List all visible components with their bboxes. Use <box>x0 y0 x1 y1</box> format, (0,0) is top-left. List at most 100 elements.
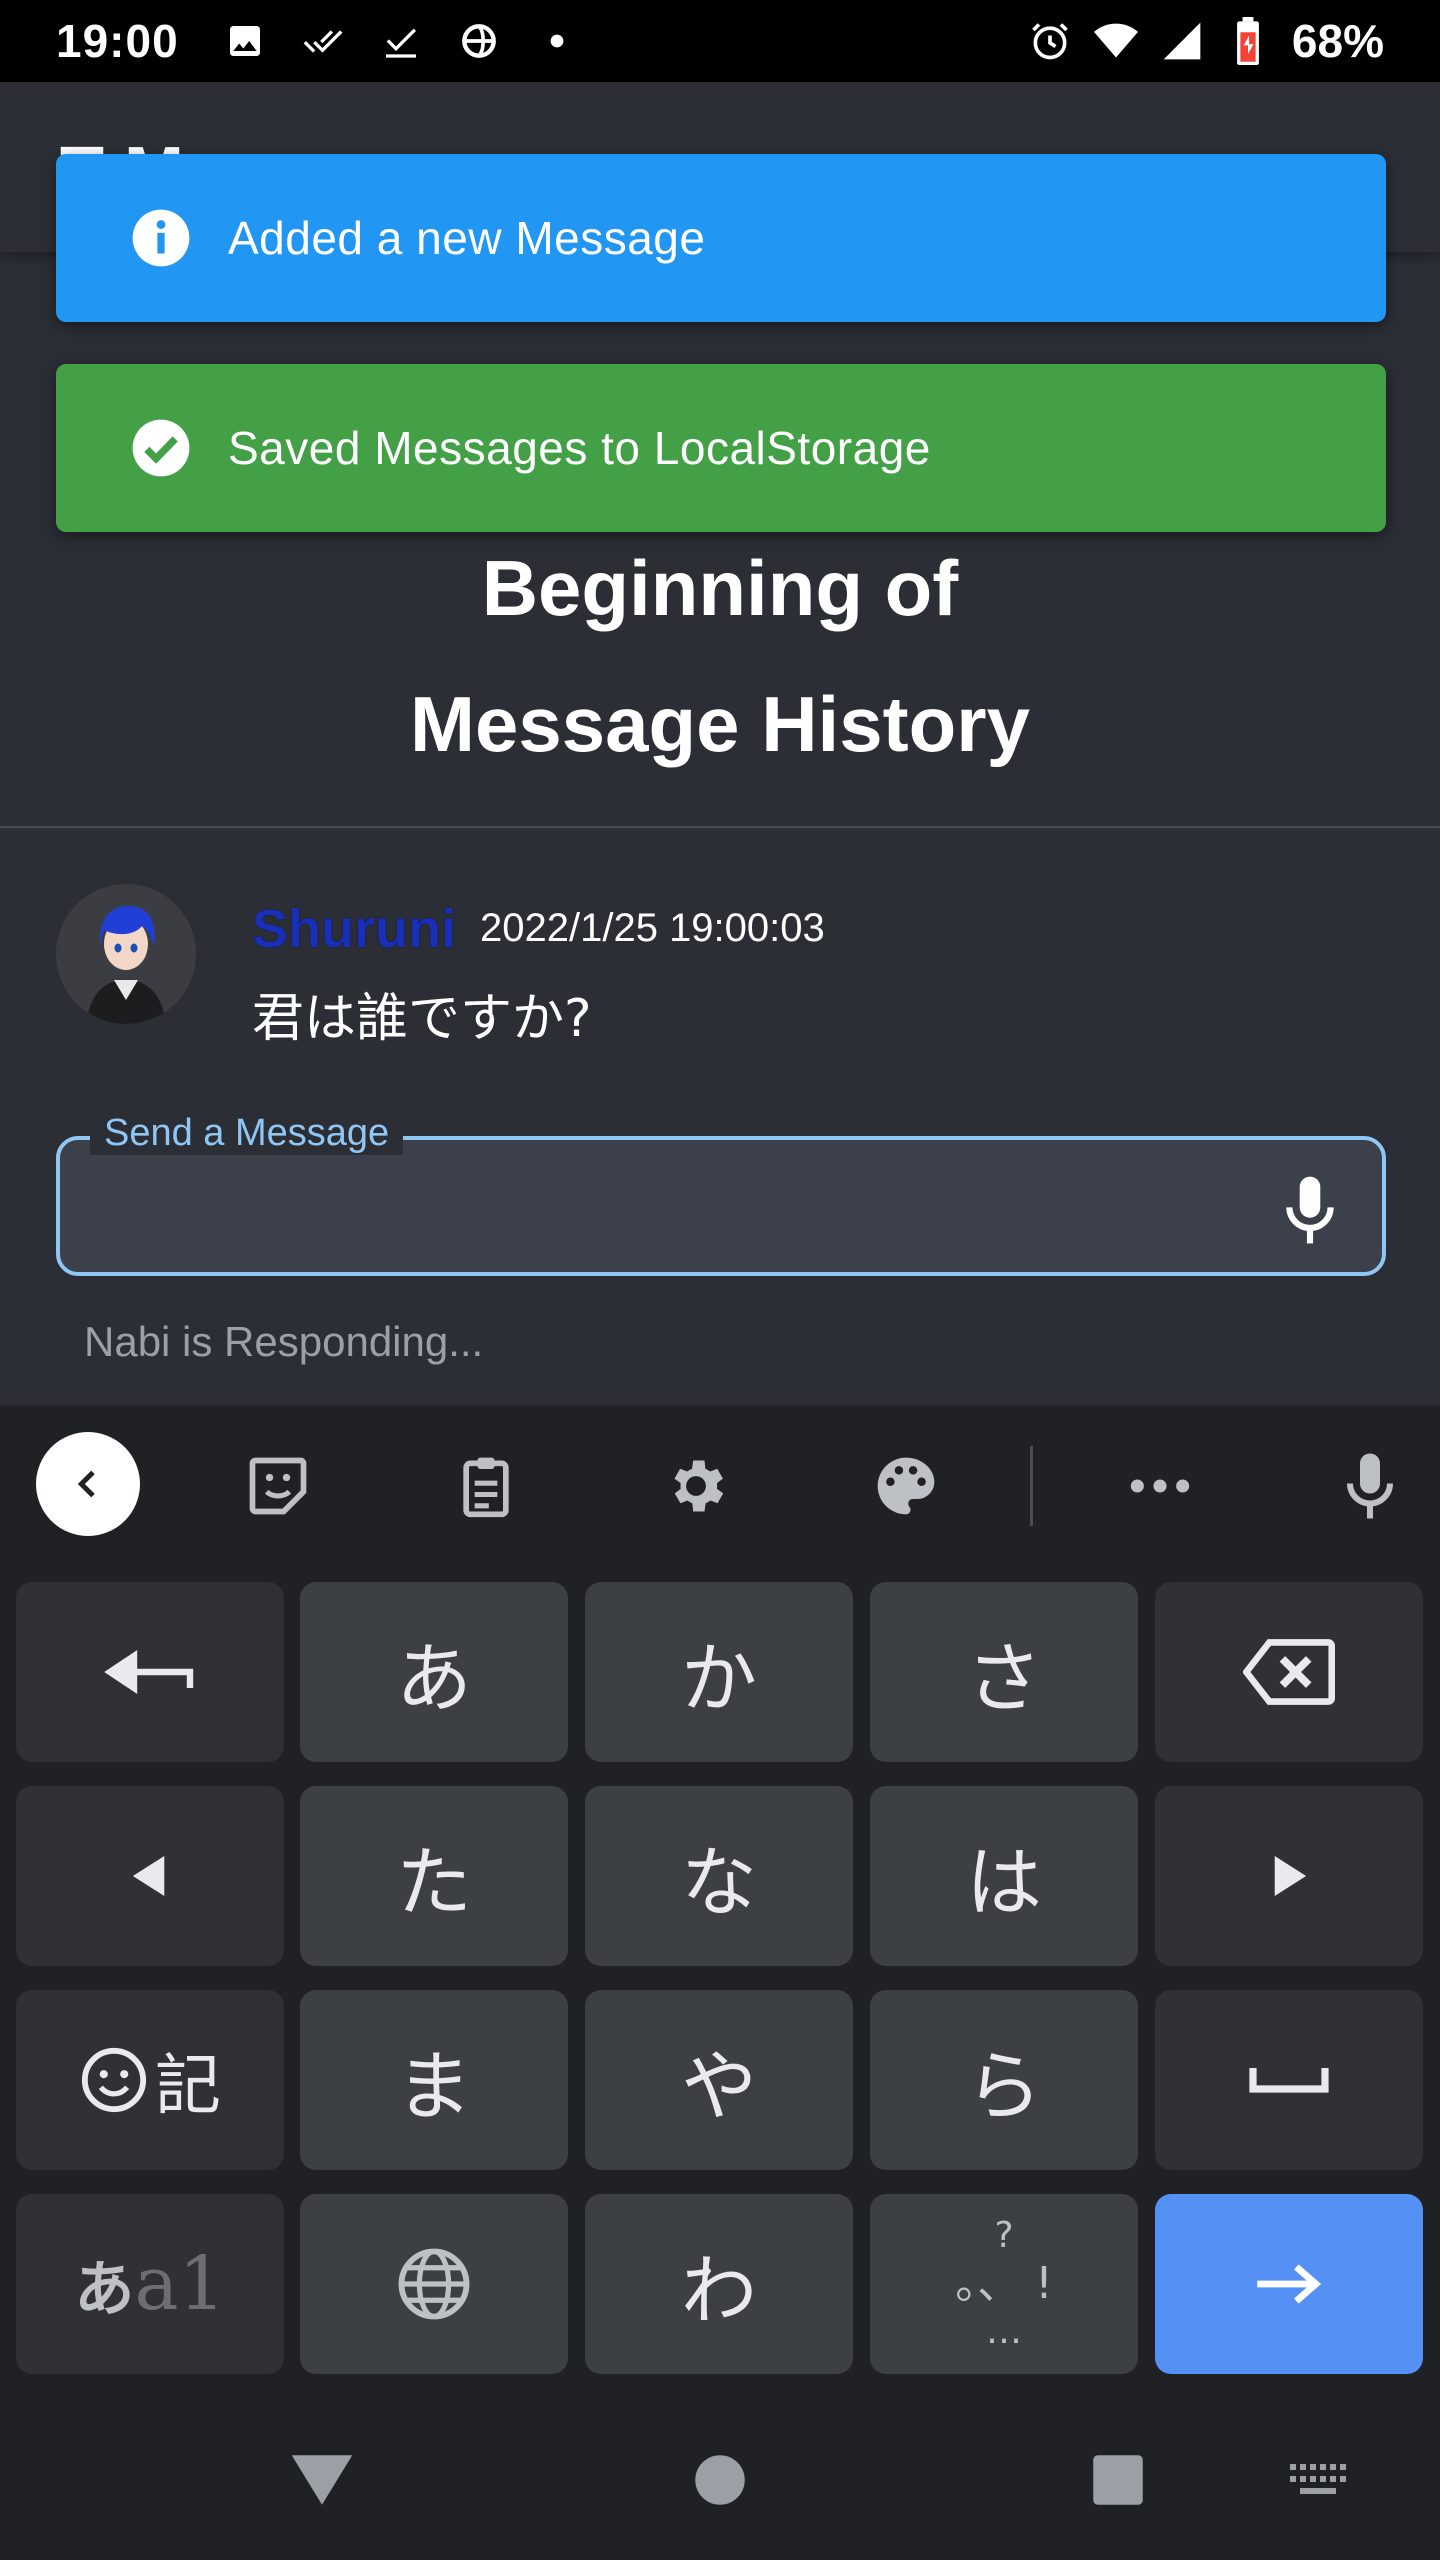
message-item: Shuruni 2022/1/25 19:00:03 君は誰ですか? <box>56 884 1386 1049</box>
keyboard-toolbar <box>0 1406 1440 1558</box>
key-undo[interactable] <box>16 1582 284 1762</box>
status-notification-icons <box>223 19 579 63</box>
undo-arrow-icon <box>104 1650 194 1694</box>
dot-icon <box>535 19 579 63</box>
triangle-down-icon <box>291 2455 353 2505</box>
triangle-left-icon <box>132 1856 165 1896</box>
palette-icon <box>877 1457 935 1515</box>
key-cursor-left[interactable] <box>16 1786 284 1966</box>
battery-icon <box>1226 17 1270 65</box>
key-ka[interactable]: か <box>585 1582 853 1762</box>
clipboard-button[interactable] <box>448 1448 524 1524</box>
key-kigou-label: 記 <box>155 2047 221 2124</box>
check-circle-icon <box>132 419 190 477</box>
key-a[interactable]: あ <box>300 1582 568 1762</box>
history-title-line1: Beginning of <box>481 544 959 632</box>
message-input[interactable] <box>56 1136 1386 1276</box>
image-icon <box>223 19 267 63</box>
triangle-right-icon <box>1274 1856 1307 1896</box>
backspace-icon <box>1243 1639 1335 1705</box>
key-ra[interactable]: ら <box>870 1990 1138 2170</box>
toast-success[interactable]: Saved Messages to LocalStorage <box>56 364 1386 532</box>
key-ha[interactable]: は <box>870 1786 1138 1966</box>
key-punctuation[interactable]: ? 。、 ! … <box>870 2194 1138 2374</box>
gear-icon <box>674 1460 724 1512</box>
mic-icon[interactable] <box>1278 1174 1342 1246</box>
space-icon <box>1249 2068 1329 2093</box>
key-language[interactable] <box>300 2194 568 2374</box>
system-nav-bar <box>0 2400 1440 2560</box>
key-ha-label: は <box>966 1838 1042 1927</box>
key-mode-kana-label: あ <box>74 2254 135 2325</box>
alarm-icon <box>1028 19 1072 63</box>
more-button[interactable] <box>1122 1448 1198 1524</box>
status-time: 19:00 <box>56 15 179 67</box>
signal-icon <box>1160 19 1204 63</box>
key-enter[interactable] <box>1155 2194 1423 2374</box>
keyboard-icon <box>1290 2464 1346 2494</box>
history-title: Beginning of Message History <box>0 520 1440 792</box>
chevron-left-icon <box>77 1470 95 1498</box>
key-mode-latin-label: a1 <box>134 2241 226 2327</box>
key-wa[interactable]: わ <box>585 2194 853 2374</box>
key-sa[interactable]: さ <box>870 1582 1138 1762</box>
message-timestamp: 2022/1/25 19:00:03 <box>480 906 825 950</box>
key-a-label: あ <box>396 1634 472 1723</box>
key-punct-mid: 。、 ! <box>955 2257 1053 2309</box>
voice-input-button[interactable] <box>1332 1448 1408 1524</box>
toast-info-text: Added a new Message <box>228 212 706 264</box>
key-ya-label: や <box>681 2042 757 2131</box>
settings-button[interactable] <box>658 1448 734 1524</box>
mic-icon <box>1347 1453 1393 1519</box>
globe-icon <box>398 2248 470 2320</box>
nav-recents-button[interactable] <box>1078 2440 1158 2520</box>
nav-back-button[interactable] <box>282 2440 362 2520</box>
key-ta-label: た <box>396 1838 472 1927</box>
key-ma[interactable]: ま <box>300 1990 568 2170</box>
double-check-icon <box>301 19 345 63</box>
status-bar: 19:00 68% <box>0 0 1440 82</box>
responding-status: Nabi is Responding... <box>84 1318 484 1365</box>
key-backspace[interactable] <box>1155 1582 1423 1762</box>
message-input-label: Send a Message <box>90 1112 404 1155</box>
nav-keyboard-switch-button[interactable] <box>1278 2440 1358 2520</box>
key-na[interactable]: な <box>585 1786 853 1966</box>
key-input-mode[interactable]: あ a1 <box>16 2194 284 2374</box>
toast-info[interactable]: Added a new Message <box>56 154 1386 322</box>
wifi-icon <box>1093 19 1138 63</box>
soft-keyboard: あ か さ た な は 記 ま や ら あ a1 わ ? 。、 ! … <box>0 1404 1440 2400</box>
key-cursor-right[interactable] <box>1155 1786 1423 1966</box>
message-body: 君は誰ですか? <box>252 989 592 1049</box>
key-sa-label: さ <box>966 1634 1042 1723</box>
key-punct-bottom: … <box>986 2311 1022 2353</box>
emoji-icon <box>81 2047 147 2113</box>
arrow-right-icon <box>1257 2264 1322 2304</box>
avatar[interactable] <box>56 884 196 1024</box>
sticker-icon <box>249 1457 307 1515</box>
key-ya[interactable]: や <box>585 1990 853 2170</box>
keyboard-collapse-button[interactable] <box>36 1432 140 1536</box>
clipboard-icon <box>463 1457 509 1518</box>
key-ra-label: ら <box>966 2042 1042 2131</box>
check-icon <box>379 19 423 63</box>
theme-button[interactable] <box>868 1448 944 1524</box>
key-emoji-kigou[interactable]: 記 <box>16 1990 284 2170</box>
divider <box>0 826 1440 828</box>
message-username[interactable]: Shuruni <box>252 898 456 960</box>
key-ma-label: ま <box>396 2042 472 2131</box>
key-ta[interactable]: た <box>300 1786 568 1966</box>
key-na-label: な <box>681 1838 757 1927</box>
toast-success-text: Saved Messages to LocalStorage <box>228 422 931 474</box>
nav-home-button[interactable] <box>680 2440 760 2520</box>
sync-globe-icon <box>457 19 501 63</box>
key-wa-label: わ <box>681 2246 757 2335</box>
sticker-button[interactable] <box>240 1448 316 1524</box>
key-punct-top: ? <box>994 2215 1014 2257</box>
info-icon <box>132 209 190 267</box>
toolbar-separator <box>1030 1446 1033 1526</box>
circle-home-icon <box>695 2455 745 2505</box>
key-ka-label: か <box>681 1634 757 1723</box>
history-title-line2: Message History <box>410 680 1030 768</box>
key-space[interactable] <box>1155 1990 1423 2170</box>
more-horiz-icon <box>1130 1479 1190 1493</box>
